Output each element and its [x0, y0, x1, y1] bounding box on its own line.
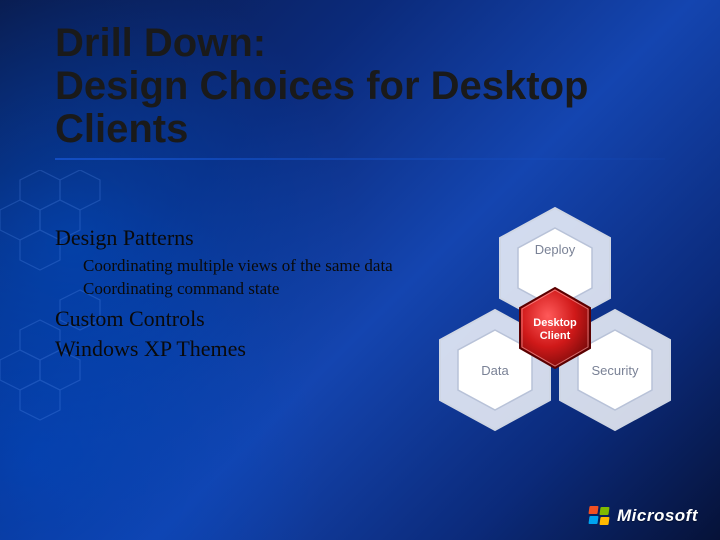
sub-bullet-views: Coordinating multiple views of the same … — [83, 255, 415, 276]
bullet-design-patterns: Design Patterns — [55, 225, 415, 251]
diagram-label-deploy: Deploy — [535, 242, 576, 257]
title-line-1: Drill Down: — [55, 21, 266, 65]
sub-bullet-command-state: Coordinating command state — [83, 278, 415, 299]
microsoft-wordmark: Microsoft — [617, 506, 698, 526]
footer-logo: Microsoft — [589, 506, 698, 526]
hex-diagram: Deploy Data Security Desktop Client — [420, 200, 690, 450]
bullet-custom-controls: Custom Controls — [55, 306, 415, 332]
diagram-label-security: Security — [592, 363, 639, 378]
slide-title: Drill Down: Design Choices for Desktop C… — [55, 22, 665, 160]
diagram-label-center-1: Desktop — [533, 317, 577, 329]
diagram-label-data: Data — [481, 363, 509, 378]
microsoft-flag-icon — [589, 506, 611, 526]
title-line-2: Design Choices for Desktop Clients — [55, 64, 588, 151]
diagram-label-center-2: Client — [540, 330, 571, 342]
body-content: Design Patterns Coordinating multiple vi… — [55, 225, 415, 366]
title-underline — [55, 158, 665, 160]
bullet-xp-themes: Windows XP Themes — [55, 336, 415, 362]
